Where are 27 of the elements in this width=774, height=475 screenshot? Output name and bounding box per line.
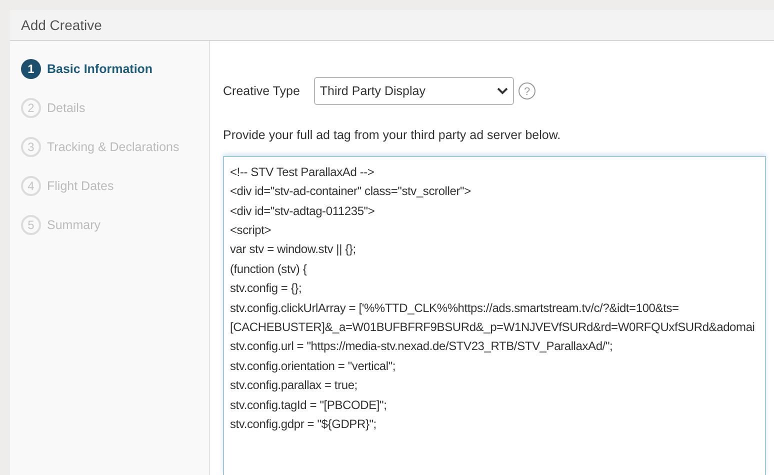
code-line: (function (stv) { bbox=[230, 260, 308, 278]
code-line: stv.config.url = "https://media-stv.nexad.de/STV23_RTB/STV_ParallaxAd/"; bbox=[230, 338, 614, 356]
code-line: var stv = window.stv || {}; bbox=[230, 241, 357, 258]
help-icon[interactable]: ? bbox=[518, 82, 536, 100]
code-line: stv.config.orientation = "vertical"; bbox=[230, 358, 397, 375]
code-line: <!-- STV Test ParallaxAd --> bbox=[230, 164, 376, 181]
step-label[interactable]: Flight Dates bbox=[47, 176, 114, 196]
code-line: [CACHEBUSTER]&_a=W01BUFBFRF9BSURd&_p=W1NJVEVfSURd&rd=W0RFQUxfSURd&adomai bbox=[230, 319, 756, 336]
step-label[interactable]: Tracking & Declarations bbox=[47, 138, 180, 156]
code-line: <div id="stv-adtag-011235"> bbox=[230, 202, 376, 220]
chevron-down-icon bbox=[496, 87, 508, 95]
window-title: Add Creative bbox=[21, 16, 102, 34]
code-line: stv.config.gdpr = "${GDPR}"; bbox=[230, 416, 378, 434]
creative-type-dropdown[interactable]: Third Party Display bbox=[314, 77, 514, 105]
step-number: 1 bbox=[21, 59, 41, 79]
code-line: stv.config = {}; bbox=[230, 280, 303, 298]
code-line: <script> bbox=[230, 222, 272, 239]
step-label[interactable]: Summary bbox=[47, 216, 100, 234]
code-line: stv.config.tagId = "[PBCODE]"; bbox=[230, 396, 388, 414]
instruction-text: Provide your full ad tag from your third party ad server below. bbox=[223, 127, 562, 144]
code-line: stv.config.parallax = true; bbox=[230, 377, 358, 394]
ad-tag-field[interactable] bbox=[223, 156, 766, 475]
step-label[interactable]: Details bbox=[47, 98, 86, 118]
step-label[interactable]: Basic Information bbox=[47, 60, 153, 78]
field-label: Creative Type bbox=[223, 82, 300, 100]
code-line: stv.config.clickUrlArray = ['%%TTD_CLK%%https://ads.smartstream.tv/c/?&idt=100&ts= bbox=[230, 300, 680, 317]
code-line: <div id="stv-ad-container" class="stv_scroller"> bbox=[230, 183, 472, 200]
